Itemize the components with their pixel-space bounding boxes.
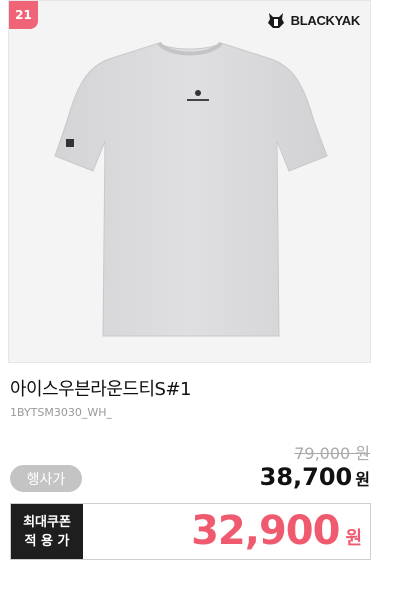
event-price: 38,700 원 bbox=[260, 463, 370, 491]
coupon-label: 최대쿠폰 적 용 가 bbox=[11, 504, 83, 559]
coupon-label-line1: 최대쿠폰 bbox=[23, 514, 71, 530]
event-price-unit: 원 bbox=[355, 470, 370, 489]
brand-logo: BLACKYAK bbox=[265, 9, 360, 31]
event-price-badge: 행사가 bbox=[10, 465, 82, 492]
rank-badge: 21 bbox=[9, 1, 38, 29]
original-price: 79,000 원 bbox=[294, 444, 370, 463]
coupon-price-unit: 원 bbox=[345, 528, 362, 549]
coupon-price: 32,900 원 bbox=[191, 508, 362, 554]
tshirt-image bbox=[54, 41, 328, 337]
product-code: 1BYTSM3030_WH_ bbox=[10, 406, 112, 419]
coupon-price-box: 최대쿠폰 적 용 가 32,900 원 bbox=[10, 503, 371, 560]
product-card[interactable]: 21 BLACKYAK 아이스우븐라운드티S#1 1BYTSM3030_WH_ … bbox=[0, 0, 400, 600]
yak-logo-icon bbox=[267, 13, 284, 28]
event-price-value: 38,700 bbox=[259, 463, 353, 491]
brand-name: BLACKYAK bbox=[290, 12, 361, 28]
coupon-price-value: 32,900 bbox=[191, 508, 340, 554]
product-name[interactable]: 아이스우븐라운드티S#1 bbox=[10, 375, 192, 401]
coupon-label-line2: 적 용 가 bbox=[24, 533, 70, 549]
product-image[interactable]: 21 BLACKYAK bbox=[8, 0, 371, 363]
